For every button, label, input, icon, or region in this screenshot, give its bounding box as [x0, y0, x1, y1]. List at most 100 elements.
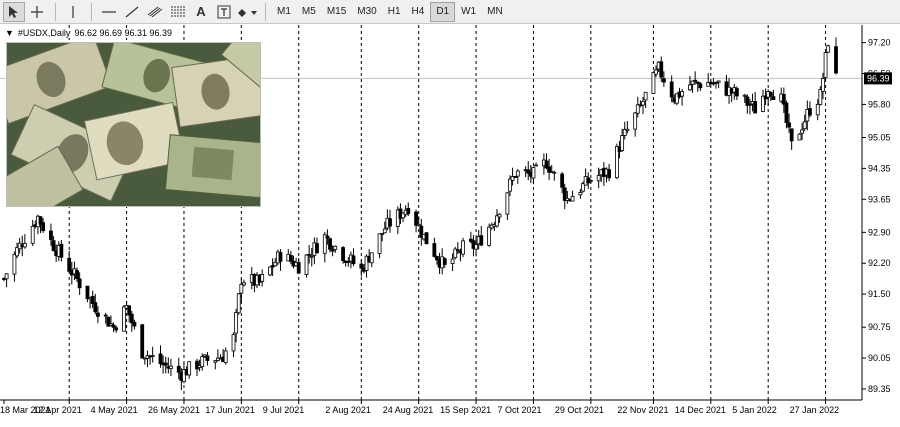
candle-body	[800, 129, 804, 134]
x-tick-label: 29 Oct 2021	[555, 405, 604, 415]
timeframe-m1-button[interactable]: M1	[272, 2, 296, 22]
shapes-icon[interactable]	[236, 2, 258, 22]
candle-body	[513, 176, 518, 178]
candle-body	[328, 238, 332, 250]
candle-body	[333, 245, 338, 250]
candle-body	[406, 208, 411, 214]
candle-body	[234, 312, 239, 334]
candle-body	[158, 353, 163, 365]
candle-body	[487, 226, 492, 246]
timeframe-h1-button[interactable]: H1	[383, 2, 406, 22]
candle-body	[132, 321, 137, 327]
candle-body	[213, 360, 218, 363]
candle-body	[75, 270, 79, 279]
candle-body	[695, 81, 700, 84]
candle-body	[768, 92, 773, 97]
candle-body	[304, 254, 309, 275]
candle-body	[414, 211, 418, 226]
candle-body	[688, 84, 692, 91]
candle-body	[641, 101, 645, 106]
timeframe-w1-button[interactable]: W1	[456, 2, 481, 22]
candle-body	[570, 196, 575, 202]
candle-body	[479, 235, 484, 246]
candle-body	[734, 88, 739, 97]
ohlc-values: 96.62 96.69 96.31 96.39	[74, 28, 173, 38]
candle-body	[442, 258, 447, 265]
toolbar: A M1 M5 M15 M30 H1 H4 D1 W1 MN	[0, 0, 900, 24]
candle-body	[95, 312, 100, 317]
candle-body	[163, 362, 168, 366]
candle-body	[834, 46, 838, 74]
y-tick-label: 95.05	[868, 133, 891, 143]
candle-body	[296, 262, 301, 274]
candle-body	[129, 313, 134, 324]
candle-body	[51, 240, 56, 251]
candle-body	[698, 83, 703, 89]
x-tick-label: 9 Jul 2021	[263, 405, 305, 415]
x-tick-label: 27 Jan 2022	[790, 405, 840, 415]
text-label-icon[interactable]	[213, 2, 235, 22]
candle-body	[450, 258, 455, 264]
y-tick-label: 92.90	[868, 227, 891, 237]
timeframe-m30-button[interactable]: M30	[352, 2, 381, 22]
candle-body	[111, 324, 116, 328]
candle-body	[22, 243, 27, 248]
y-tick-label: 97.20	[868, 38, 891, 48]
symbol-header: ▼ #USDX,Daily 96.62 96.69 96.31 96.39	[3, 28, 175, 38]
candle-body	[176, 365, 181, 373]
x-tick-label: 7 Oct 2021	[497, 405, 541, 415]
x-tick-label: 17 Jun 2021	[205, 405, 255, 415]
text-icon[interactable]: A	[190, 2, 212, 22]
vertical-line-icon[interactable]	[62, 2, 84, 22]
timeframe-mn-button[interactable]: MN	[482, 2, 508, 22]
candle-body	[771, 96, 776, 100]
candle-body	[341, 247, 345, 261]
candle-body	[461, 240, 465, 255]
y-tick-label: 95.80	[868, 99, 891, 109]
candle-body	[77, 278, 82, 289]
timeframe-h4-button[interactable]: H4	[407, 2, 430, 22]
candle-body	[93, 302, 98, 313]
fibonacci-icon[interactable]	[167, 2, 189, 22]
candle-body	[620, 135, 625, 152]
candle-body	[205, 355, 210, 361]
candle-body	[497, 213, 502, 218]
y-tick-label: 90.05	[868, 353, 891, 363]
channel-icon[interactable]	[144, 2, 166, 22]
candle-body	[661, 78, 666, 83]
timeframe-group: M1 M5 M15 M30 H1 H4 D1 W1 MN	[272, 1, 509, 22]
candle-body	[531, 167, 536, 179]
candle-body	[382, 228, 387, 234]
timeframe-m5-button[interactable]: M5	[297, 2, 321, 22]
candle-body	[787, 122, 791, 128]
y-axis-ticks: 97.2096.5095.8095.0594.3593.6592.9092.20…	[862, 38, 891, 394]
y-tick-label: 91.50	[868, 289, 891, 299]
crosshair-icon[interactable]	[26, 2, 48, 22]
candle-body	[127, 305, 132, 316]
timeframe-d1-button[interactable]: D1	[430, 1, 456, 22]
candle-body	[643, 91, 648, 101]
candle-body	[41, 222, 46, 232]
candle-body	[802, 121, 807, 130]
candle-body	[260, 274, 265, 282]
timeframe-m15-button[interactable]: M15	[322, 2, 351, 22]
chart-area[interactable]: 97.2096.5095.8095.0594.3593.6592.9092.20…	[0, 25, 900, 427]
candle-body	[122, 306, 126, 332]
candle-body	[552, 171, 557, 174]
candle-body	[85, 285, 90, 300]
candle-body	[351, 255, 356, 265]
x-tick-label: 15 Sep 2021	[440, 405, 491, 415]
x-tick-label: 14 Dec 2021	[675, 405, 726, 415]
trendline-icon[interactable]	[121, 2, 143, 22]
horizontal-line-icon[interactable]	[98, 2, 120, 22]
x-tick-label: 12 Apr 2021	[33, 405, 82, 415]
y-tick-label: 92.20	[868, 258, 891, 268]
candle-body	[4, 273, 9, 280]
current-price-label-group: 96.39	[864, 72, 892, 85]
candle-body	[432, 243, 437, 257]
symbol-menu-icon[interactable]: ▼	[5, 28, 14, 38]
candle-body	[505, 192, 510, 215]
cursor-icon[interactable]	[3, 1, 25, 22]
candle-body	[534, 164, 538, 167]
toolbar-separator	[265, 2, 266, 21]
